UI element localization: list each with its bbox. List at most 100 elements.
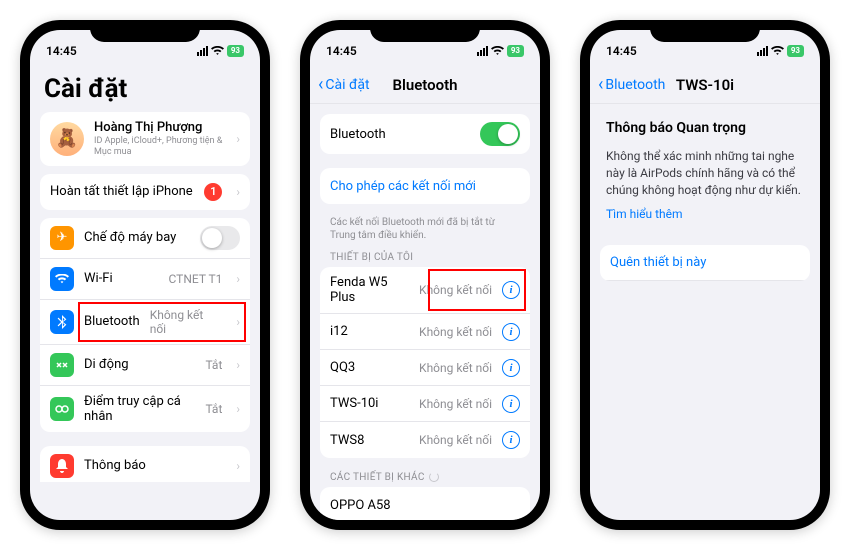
cellular-signal-icon [757,46,768,56]
nav-bar: ‹ Cài đặt Bluetooth [310,66,540,104]
my-devices-group: Fenda W5 Plus Không kết nối i i12 Không … [320,267,530,458]
wifi-label: Wi-Fi [84,271,159,286]
learn-more-link[interactable]: Tìm hiểu thêm [606,207,683,221]
device-row[interactable]: TWS-10i Không kết nối i [320,386,530,422]
phone-bluetooth: 14:45 93 ‹ Cài đặt Bluetooth Bluetooth [300,20,550,530]
bluetooth-icon [50,310,74,334]
phone-settings: 14:45 93 Cài đặt 🧸 Hoàng Thị Phượng ID A… [20,20,270,530]
chevron-left-icon: ‹ [318,74,323,95]
nav-title: Bluetooth [392,76,457,94]
info-icon[interactable]: i [502,281,520,299]
chevron-right-icon: › [236,272,240,286]
notifications-label: Thông báo [84,458,222,473]
hotspot-icon [50,397,74,421]
notice-body: Không thể xác minh những tai nghe này là… [590,136,820,204]
chevron-right-icon: › [236,358,240,372]
device-status: Không kết nối [419,433,492,447]
bt-toggle-label: Bluetooth [330,127,470,142]
info-icon[interactable]: i [502,395,520,413]
device-name: TWS8 [330,433,409,448]
bluetooth-label: Bluetooth [84,314,140,329]
device-detail-content[interactable]: Thông báo Quan trọng Không thể xác minh … [590,104,820,520]
back-label: Bluetooth [605,77,665,93]
notifications-icon [50,454,74,478]
device-row[interactable]: Fenda W5 Plus Không kết nối i [320,267,530,314]
bluetooth-value: Không kết nối [150,308,223,336]
wifi-row[interactable]: Wi-Fi CTNET T1 › [40,259,250,300]
chevron-left-icon: ‹ [598,74,603,95]
device-row[interactable]: TWS8 Không kết nối i [320,422,530,458]
device-name: QQ3 [330,360,409,375]
profile-name: Hoàng Thị Phượng [94,120,222,135]
notifications-row[interactable]: Thông báo › [40,446,250,482]
notch [90,20,200,42]
back-button[interactable]: ‹ Cài đặt [318,74,370,95]
hotspot-label: Điểm truy cập cá nhân [84,394,195,424]
notch [650,20,760,42]
battery-icon: 93 [507,45,524,57]
battery-icon: 93 [227,45,244,57]
bluetooth-content[interactable]: Bluetooth Cho phép các kết nối mới Các k… [310,104,540,520]
page-title: Cài đặt [30,66,260,110]
finish-setup-label: Hoàn tất thiết lập iPhone [50,184,194,199]
chevron-right-icon: › [236,132,240,146]
cellular-signal-icon [197,46,208,56]
my-devices-header: THIẾT BỊ CỦA TÔI [310,246,540,265]
device-status: Không kết nối [419,397,492,411]
back-button[interactable]: ‹ Bluetooth [598,74,665,95]
general-group: Thông báo › Âm thanh & Cảm ứng › Tập tru… [40,446,250,482]
device-row[interactable]: QQ3 Không kết nối i [320,350,530,386]
finish-setup-row[interactable]: Hoàn tất thiết lập iPhone 1 › [40,174,250,210]
screen: 14:45 93 ‹ Bluetooth TWS-10i Thông báo Q… [590,30,820,520]
device-name: OPPO A58 [330,498,520,513]
device-row[interactable]: i12 Không kết nối i [320,314,530,350]
airplane-label: Chế độ máy bay [84,230,190,245]
hotspot-row[interactable]: Điểm truy cập cá nhân Tắt › [40,386,250,432]
airplane-toggle[interactable] [200,226,240,250]
device-name: TWS-10i [330,396,409,411]
screen: 14:45 93 Cài đặt 🧸 Hoàng Thị Phượng ID A… [30,30,260,520]
device-status: Không kết nối [419,325,492,339]
info-icon[interactable]: i [502,431,520,449]
device-row[interactable]: OPPO A58 [320,487,530,520]
bluetooth-toggle-row[interactable]: Bluetooth [320,114,530,154]
bluetooth-toggle[interactable] [480,122,520,146]
cellular-signal-icon [477,46,488,56]
spinner-icon [429,472,439,482]
wifi-icon [211,46,224,56]
avatar: 🧸 [50,122,84,156]
notice-heading: Thông báo Quan trọng [590,104,820,136]
chevron-right-icon: › [236,459,240,473]
settings-content[interactable]: Cài đặt 🧸 Hoàng Thị Phượng ID Apple, iCl… [30,66,260,482]
forget-device-row[interactable]: Quên thiết bị này [600,245,810,281]
device-status: Không kết nối [419,283,492,297]
profile-sub: ID Apple, iCloud+, Phương tiện & Mục mua [94,136,222,158]
cellular-label: Di động [84,357,195,372]
nav-title: TWS-10i [676,76,734,94]
allow-new-row[interactable]: Cho phép các kết nối mới [320,168,530,204]
screen: 14:45 93 ‹ Cài đặt Bluetooth Bluetooth [310,30,540,520]
cellular-row[interactable]: Di động Tắt › [40,345,250,386]
wifi-icon [50,267,74,291]
other-header-text: CÁC THIẾT BỊ KHÁC [330,472,425,483]
info-icon[interactable]: i [502,323,520,341]
status-time: 14:45 [606,44,637,58]
wifi-icon [771,46,784,56]
hotspot-value: Tắt [205,402,222,416]
back-label: Cài đặt [325,77,369,93]
status-right: 93 [477,45,524,57]
other-devices-group: OPPO A58 [320,487,530,520]
allow-new-label: Cho phép các kết nối mới [330,179,520,194]
connectivity-group: ✈ Chế độ máy bay Wi-Fi CTNET T1 › [40,218,250,432]
bluetooth-row[interactable]: Bluetooth Không kết nối › [40,300,250,345]
allow-new-group: Cho phép các kết nối mới [320,168,530,204]
cellular-icon [50,353,74,377]
badge: 1 [204,183,222,201]
apple-id-row[interactable]: 🧸 Hoàng Thị Phượng ID Apple, iCloud+, Ph… [40,112,250,166]
device-status: Không kết nối [419,361,492,375]
phone-device-detail: 14:45 93 ‹ Bluetooth TWS-10i Thông báo Q… [580,20,830,530]
airplane-row[interactable]: ✈ Chế độ máy bay [40,218,250,259]
allow-new-footer: Các kết nối Bluetooth mới đã bị tắt từ T… [310,212,540,246]
info-icon[interactable]: i [502,359,520,377]
finish-setup-group: Hoàn tất thiết lập iPhone 1 › [40,174,250,210]
